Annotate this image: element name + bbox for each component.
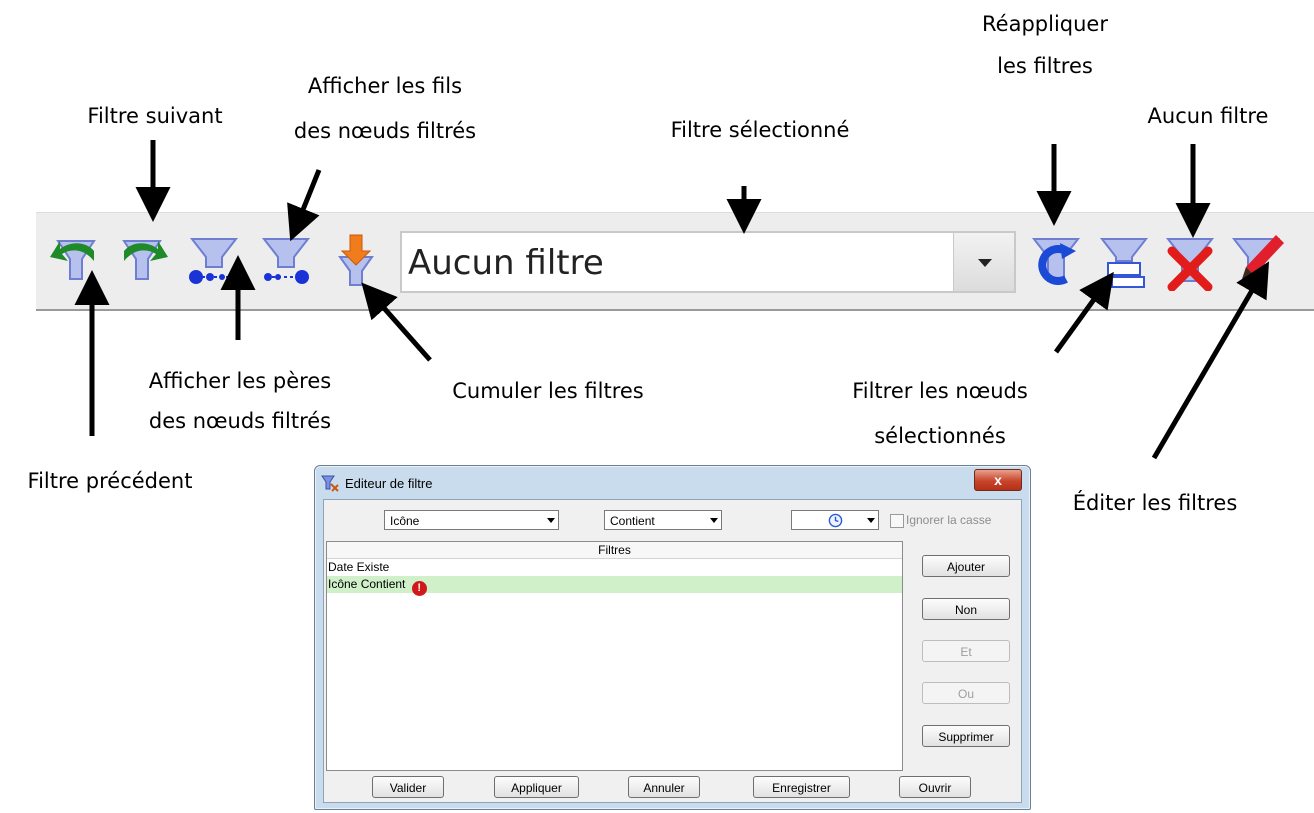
label-show-parents-1: Afficher les pères bbox=[148, 369, 332, 393]
apply-button[interactable]: Appliquer bbox=[494, 776, 579, 798]
selected-filter-combo[interactable]: Aucun filtre bbox=[400, 231, 1016, 293]
chevron-down-icon bbox=[867, 518, 875, 523]
label-show-children-1: Afficher les fils bbox=[307, 74, 463, 98]
no-filter-icon bbox=[1165, 238, 1215, 291]
next-filter-button[interactable] bbox=[112, 231, 172, 291]
delete-button[interactable]: Supprimer bbox=[922, 725, 1010, 747]
chevron-down-icon bbox=[710, 518, 718, 523]
combo-dropdown-button[interactable] bbox=[953, 233, 1014, 291]
field-select-value: Icône bbox=[390, 514, 420, 528]
add-button[interactable]: Ajouter bbox=[922, 555, 1010, 577]
label-cumulate: Cumuler les filtres bbox=[452, 379, 644, 403]
dialog-title: Editeur de filtre bbox=[345, 476, 433, 491]
label-show-children-2: des nœuds filtrés bbox=[293, 119, 477, 143]
previous-filter-icon bbox=[50, 240, 96, 280]
label-reapply-1: Réappliquer bbox=[982, 12, 1108, 36]
previous-filter-button[interactable] bbox=[46, 231, 106, 291]
edit-filters-button[interactable] bbox=[1226, 231, 1286, 291]
show-parents-icon bbox=[189, 238, 239, 284]
open-button[interactable]: Ouvrir bbox=[899, 776, 971, 798]
dialog-body: Icône Contient Ignorer la casse Filtres … bbox=[323, 499, 1022, 803]
save-button[interactable]: Enregistrer bbox=[753, 776, 850, 798]
filter-toolbar: Aucun filtre bbox=[36, 212, 1314, 311]
chevron-down-icon bbox=[978, 259, 992, 267]
list-item-label: Icône Contient bbox=[328, 577, 406, 591]
label-filter-selected-1: Filtrer les nœuds bbox=[852, 379, 1028, 403]
clock-icon bbox=[828, 513, 843, 528]
and-button[interactable]: Et bbox=[922, 640, 1010, 662]
label-reapply-2: les filtres bbox=[997, 54, 1093, 78]
label-next-filter: Filtre suivant bbox=[87, 104, 223, 128]
label-previous-filter: Filtre précédent bbox=[27, 469, 193, 493]
label-filter-selected-2: sélectionnés bbox=[874, 424, 1006, 448]
next-filter-icon bbox=[122, 240, 168, 280]
cumulate-filters-button[interactable] bbox=[326, 231, 386, 291]
filter-selected-nodes-icon bbox=[1099, 238, 1149, 288]
edit-filters-icon bbox=[1231, 235, 1284, 282]
operator-select[interactable]: Contient bbox=[604, 510, 722, 530]
ignore-case-label: Ignorer la casse bbox=[906, 513, 992, 527]
label-no-filter: Aucun filtre bbox=[1147, 104, 1269, 128]
show-children-icon bbox=[261, 238, 311, 284]
or-button[interactable]: Ou bbox=[922, 682, 1010, 704]
filters-list[interactable]: Filtres Date Existe Icône Contient ! bbox=[326, 541, 903, 771]
show-parents-button[interactable] bbox=[184, 231, 244, 291]
reapply-filters-button[interactable] bbox=[1026, 231, 1086, 291]
cumulate-filters-icon bbox=[338, 234, 374, 286]
field-select[interactable]: Icône bbox=[384, 510, 559, 530]
selected-filter-value: Aucun filtre bbox=[408, 243, 604, 283]
value-select[interactable] bbox=[791, 510, 879, 530]
operator-select-value: Contient bbox=[610, 514, 655, 528]
ignore-case-checkbox[interactable] bbox=[890, 514, 904, 528]
list-item-selected[interactable]: Icône Contient ! bbox=[327, 576, 902, 596]
filter-editor-app-icon bbox=[321, 475, 339, 492]
label-show-parents-2: des nœuds filtrés bbox=[148, 409, 332, 433]
not-button[interactable]: Non bbox=[922, 598, 1010, 620]
show-children-button[interactable] bbox=[256, 231, 316, 291]
close-button[interactable]: x bbox=[974, 469, 1022, 491]
filter-selected-nodes-button[interactable] bbox=[1094, 231, 1154, 291]
filter-editor-dialog: Editeur de filtre x Icône Contient Ignor… bbox=[314, 465, 1031, 810]
chevron-down-icon bbox=[547, 518, 555, 523]
filters-list-header: Filtres bbox=[327, 542, 902, 559]
validate-button[interactable]: Valider bbox=[372, 776, 444, 798]
list-item-label: Date Existe bbox=[328, 560, 390, 574]
label-selected-filter: Filtre sélectionné bbox=[670, 118, 850, 142]
list-item[interactable]: Date Existe bbox=[327, 559, 902, 576]
reapply-filters-icon bbox=[1031, 238, 1081, 285]
label-edit-filters: Éditer les filtres bbox=[1072, 491, 1238, 515]
cancel-button[interactable]: Annuler bbox=[628, 776, 700, 798]
no-filter-button[interactable] bbox=[1160, 231, 1220, 291]
warning-icon: ! bbox=[411, 581, 427, 596]
